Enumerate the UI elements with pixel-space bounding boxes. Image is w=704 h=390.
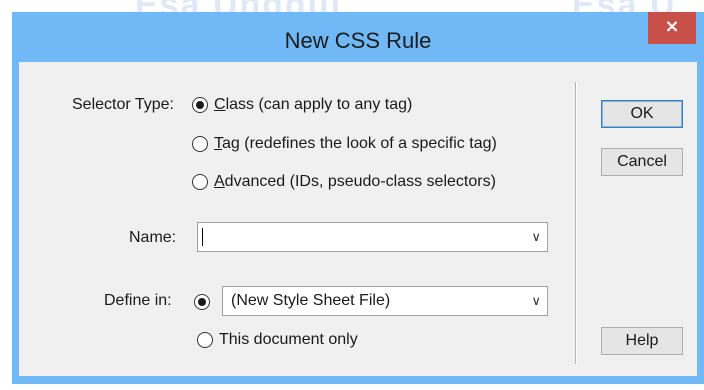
radio-this-document-indicator[interactable] xyxy=(197,332,213,348)
selector-type-label: Selector Type: xyxy=(72,96,174,113)
radio-this-document-only[interactable]: This document only xyxy=(197,331,358,349)
option-text: dvanced (IDs, pseudo-class selectors) xyxy=(224,173,496,190)
accel-key: T xyxy=(214,135,222,152)
radio-tag-indicator[interactable] xyxy=(192,136,208,152)
accel-key: C xyxy=(214,96,226,113)
name-label: Name: xyxy=(129,229,177,246)
accel-key: A xyxy=(214,173,225,190)
close-button[interactable]: × xyxy=(648,12,696,44)
define-in-label: Define in: xyxy=(104,292,172,309)
radio-advanced-label: Advanced (IDs, pseudo-class selectors) xyxy=(214,173,496,191)
dialog-body: Selector Type: Class (can apply to any t… xyxy=(19,62,697,376)
option-text: lass (can apply to any tag) xyxy=(225,96,413,113)
radio-this-document-label: This document only xyxy=(219,331,358,348)
option-text: ag (redefines the look of a specific tag… xyxy=(222,135,497,152)
radio-class[interactable]: Class (can apply to any tag) xyxy=(192,96,412,114)
radio-new-style-sheet[interactable] xyxy=(194,294,210,310)
new-css-rule-dialog: New CSS Rule × Selector Type: Class (can… xyxy=(12,12,704,384)
ok-button[interactable]: OK xyxy=(601,100,683,128)
define-in-selected-value: (New Style Sheet File) xyxy=(231,292,391,309)
radio-tag-label: Tag (redefines the look of a specific ta… xyxy=(214,135,497,153)
radio-class-label: Class (can apply to any tag) xyxy=(214,96,412,114)
define-in-select[interactable]: (New Style Sheet File) ∨ xyxy=(222,286,548,316)
name-input[interactable] xyxy=(202,226,502,248)
radio-tag[interactable]: Tag (redefines the look of a specific ta… xyxy=(192,135,497,153)
cancel-button[interactable]: Cancel xyxy=(601,148,683,176)
help-button[interactable]: Help xyxy=(601,327,683,355)
name-combobox[interactable]: ∨ xyxy=(197,222,548,252)
chevron-down-icon[interactable]: ∨ xyxy=(531,223,541,251)
vertical-divider xyxy=(575,82,577,364)
radio-class-indicator[interactable] xyxy=(192,97,208,113)
chevron-down-icon[interactable]: ∨ xyxy=(531,287,541,315)
title-bar[interactable]: New CSS Rule × xyxy=(12,12,704,62)
close-icon: × xyxy=(664,16,680,37)
radio-advanced-indicator[interactable] xyxy=(192,174,208,190)
radio-advanced[interactable]: Advanced (IDs, pseudo-class selectors) xyxy=(192,173,496,191)
